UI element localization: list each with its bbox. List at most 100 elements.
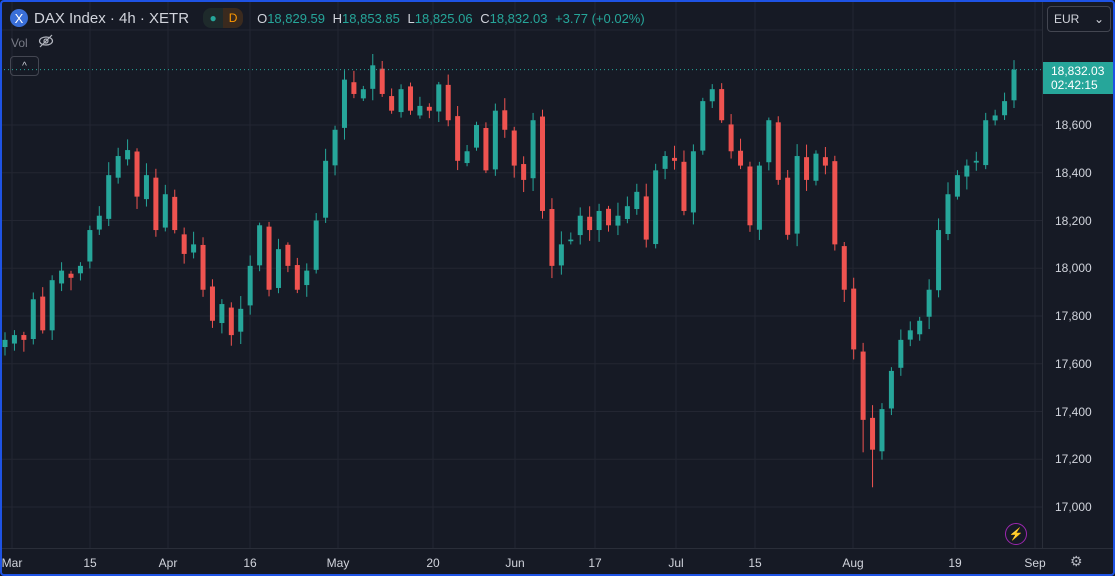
- x-tick-label: 15: [748, 556, 762, 570]
- settings-icon[interactable]: ⚙: [1070, 553, 1083, 570]
- x-tick-label: 15: [83, 556, 97, 570]
- candle-down: [681, 161, 687, 211]
- candle-up: [360, 89, 366, 99]
- candle-down: [606, 208, 612, 226]
- candle-up: [323, 160, 329, 218]
- candle-up: [257, 225, 263, 266]
- candle-up: [238, 308, 244, 332]
- candle-down: [860, 351, 866, 420]
- candle-up: [1011, 69, 1017, 101]
- candle-up: [275, 249, 281, 288]
- last-price-label: 18,832.03 02:42:15: [1043, 62, 1113, 94]
- currency-selector[interactable]: EUR ⌄: [1047, 6, 1111, 32]
- candle-up: [907, 330, 913, 340]
- candle-down: [407, 86, 413, 111]
- candle-up: [624, 206, 630, 220]
- volume-label: Vol: [11, 35, 28, 50]
- candle-up: [690, 151, 696, 213]
- y-tick-label: 17,200: [1055, 452, 1092, 467]
- candle-up: [596, 210, 602, 231]
- candle-down: [549, 209, 555, 266]
- currency-value: EUR: [1054, 12, 1080, 26]
- bar-countdown: 02:42:15: [1051, 78, 1098, 92]
- candle-down: [587, 216, 593, 231]
- y-tick-label: 18,400: [1055, 165, 1092, 180]
- y-tick-label: 17,800: [1055, 309, 1092, 323]
- symbol-legend: X DAX Index · 4h · XETR ● D O18,829.59 H…: [10, 8, 649, 28]
- candle-down: [728, 124, 734, 152]
- bolt-icon[interactable]: ⚡: [1005, 523, 1027, 545]
- price-plot[interactable]: [0, 0, 1042, 548]
- candle-up: [162, 194, 168, 228]
- candle-down: [426, 106, 432, 111]
- candle-down: [870, 417, 876, 450]
- x-tick-label: Apr: [158, 556, 178, 570]
- candle-down: [285, 244, 291, 266]
- candle-down: [775, 122, 781, 180]
- candle-up: [473, 125, 479, 148]
- candle-up: [417, 105, 423, 116]
- candle-up: [936, 230, 942, 291]
- candle-down: [483, 127, 489, 171]
- candle-down: [389, 96, 395, 111]
- y-tick-label: 17,400: [1055, 404, 1092, 419]
- candle-up: [219, 304, 225, 324]
- candle-up: [973, 160, 979, 163]
- candle-up: [341, 79, 347, 128]
- candle-up: [700, 101, 706, 151]
- candle-up: [492, 110, 498, 170]
- candle-up: [983, 120, 989, 166]
- candle-down: [643, 196, 649, 240]
- x-tick-label: 20: [426, 556, 440, 570]
- x-tick-label: May: [326, 556, 350, 570]
- candle-up: [794, 156, 800, 234]
- candle-up: [926, 289, 932, 317]
- candle-up: [653, 170, 659, 245]
- candle-down: [738, 150, 744, 166]
- candle-down: [209, 286, 215, 321]
- y-tick-label: 18,600: [1055, 118, 1092, 132]
- last-price: 18,832.03: [1051, 64, 1105, 78]
- open-value: 18,829.59: [267, 10, 326, 26]
- candle-up: [30, 299, 36, 340]
- candle-down: [266, 226, 272, 290]
- candle-down: [181, 234, 187, 254]
- candle-down: [672, 157, 678, 161]
- candle-down: [719, 89, 725, 121]
- candle-up: [115, 156, 121, 178]
- collapse-legend-button[interactable]: ^: [10, 56, 39, 76]
- candle-up: [313, 220, 319, 270]
- candle-down: [445, 84, 451, 121]
- candle-down: [200, 244, 206, 290]
- candle-down: [455, 116, 461, 161]
- candle-down: [841, 246, 847, 290]
- symbol-title[interactable]: DAX Index · 4h · XETR: [34, 10, 189, 27]
- candle-down: [822, 157, 828, 166]
- candle-up: [709, 89, 715, 102]
- candle-up: [247, 265, 253, 306]
- candle-up: [954, 175, 960, 197]
- candle-up: [370, 65, 376, 89]
- x-tick-label: 19: [948, 556, 962, 570]
- low-value: 18,825.06: [414, 10, 473, 26]
- eye-off-icon[interactable]: [38, 34, 54, 51]
- candle-up: [77, 265, 83, 274]
- time-axis[interactable]: ⚙ Mar 15 Apr 16 May 20 Jun 17 Jul 15 Aug 19 Sep: [0, 548, 1115, 576]
- candle-down: [511, 130, 517, 166]
- volume-legend: Vol: [11, 34, 54, 51]
- x-tick-label: Jun: [505, 556, 525, 570]
- x-tick-label: 16: [243, 556, 257, 570]
- candle-up: [964, 165, 970, 177]
- candle-down: [351, 82, 357, 94]
- close-value: 18,832.03: [489, 10, 548, 26]
- candle-up: [191, 244, 197, 253]
- candle-down: [153, 177, 159, 231]
- candle-down: [294, 265, 300, 290]
- candle-down: [134, 151, 140, 197]
- candle-up: [917, 320, 923, 335]
- x-tick-label: 17: [588, 556, 602, 570]
- candle-up: [125, 150, 131, 160]
- market-open-dot: ●: [203, 8, 224, 28]
- market-status[interactable]: ● D: [203, 8, 244, 28]
- change-value: +3.77 (+0.02%): [555, 10, 645, 26]
